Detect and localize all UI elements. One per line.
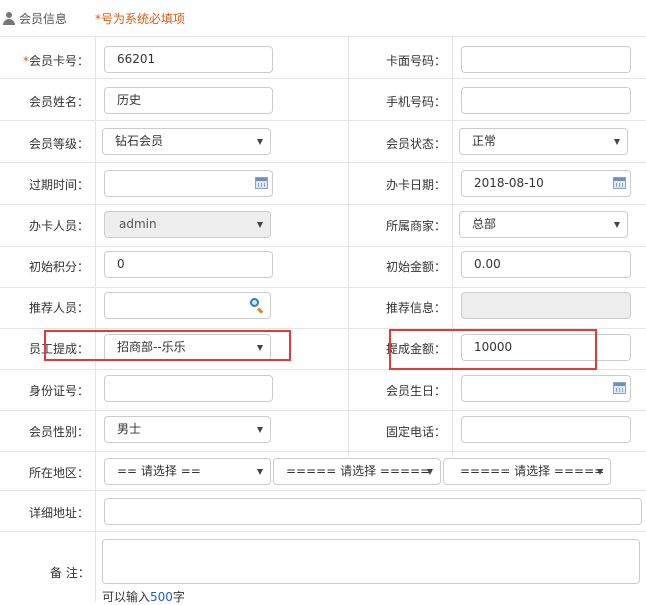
operator-value: admin	[119, 217, 157, 231]
face-no-input[interactable]	[461, 46, 631, 73]
user-icon	[3, 12, 15, 25]
phone-label: 固定电话：	[386, 425, 447, 439]
level-select[interactable]: 钻石会员	[102, 128, 271, 155]
phone-input[interactable]	[461, 416, 631, 443]
calendar-icon[interactable]	[613, 177, 626, 189]
chevron-down-icon	[427, 469, 433, 475]
init-points-label: 初始积分：	[29, 260, 90, 274]
birthday-input[interactable]	[461, 375, 631, 402]
city-value: ===== 请选择 =====	[286, 464, 431, 478]
remark-textarea[interactable]	[102, 539, 640, 584]
search-icon[interactable]	[250, 298, 264, 314]
expire-date-input[interactable]	[104, 170, 273, 197]
required-note: *号为系统必填项	[95, 12, 186, 26]
name-label: 会员姓名：	[29, 95, 90, 109]
expire-label: 过期时间：	[29, 178, 90, 192]
init-amount-input[interactable]: 0.00	[461, 251, 631, 278]
chevron-down-icon	[614, 222, 620, 228]
birthday-label: 会员生日：	[386, 384, 447, 398]
status-label: 会员状态：	[386, 137, 447, 151]
province-value: == 请选择 ==	[117, 464, 201, 478]
district-select[interactable]: ===== 请选择 =====	[443, 458, 611, 485]
card-no-input[interactable]: 66201	[104, 46, 273, 73]
highlight-box	[389, 329, 597, 370]
address-input[interactable]	[104, 498, 642, 525]
district-value: ===== 请选择 =====	[460, 464, 605, 478]
status-select[interactable]: 正常	[459, 128, 628, 155]
referrer-label: 推荐人员：	[29, 301, 90, 315]
id-card-label: 身份证号：	[29, 384, 90, 398]
gender-label: 会员性别：	[29, 425, 90, 439]
calendar-icon[interactable]	[255, 177, 268, 189]
chevron-down-icon	[597, 469, 603, 475]
address-label: 详细地址：	[29, 506, 90, 520]
face-no-label: 卡面号码：	[386, 54, 447, 68]
chevron-down-icon	[614, 139, 620, 145]
calendar-icon[interactable]	[613, 382, 626, 394]
gender-select[interactable]: 男士	[104, 416, 271, 443]
chevron-down-icon	[257, 139, 263, 145]
province-select[interactable]: == 请选择 ==	[104, 458, 271, 485]
init-points-input[interactable]: 0	[104, 251, 273, 278]
referrer-info-field	[461, 292, 631, 319]
init-amount-label: 初始金额：	[386, 260, 447, 274]
section-title: 会员信息	[19, 12, 68, 26]
remark-hint-count: 500	[150, 590, 173, 604]
referrer-info-label: 推荐信息：	[386, 301, 447, 315]
section-header: 会员信息 *号为系统必填项	[0, 0, 646, 37]
level-label: 会员等级：	[29, 137, 90, 151]
open-date-value: 2018-08-10	[474, 176, 544, 190]
region-label: 所在地区：	[29, 466, 90, 480]
merchant-value: 总部	[472, 217, 497, 231]
city-select[interactable]: ===== 请选择 =====	[273, 458, 441, 485]
chevron-down-icon	[257, 222, 263, 228]
status-value: 正常	[472, 134, 497, 148]
referrer-input[interactable]	[104, 292, 271, 319]
highlight-box	[44, 330, 291, 361]
open-date-input[interactable]: 2018-08-10	[461, 170, 631, 197]
level-value: 钻石会员	[115, 134, 164, 148]
operator-select: admin	[104, 211, 271, 238]
id-card-input[interactable]	[104, 375, 273, 402]
merchant-label: 所属商家：	[386, 219, 447, 233]
card-no-label: *会员卡号：	[23, 54, 90, 68]
chevron-down-icon	[257, 427, 263, 433]
remark-label: 备 注：	[50, 566, 90, 580]
merchant-select[interactable]: 总部	[459, 211, 628, 238]
open-date-label: 办卡日期：	[386, 178, 447, 192]
name-input[interactable]: 历史	[104, 87, 273, 114]
mobile-input[interactable]	[461, 87, 631, 114]
mobile-label: 手机号码：	[386, 95, 447, 109]
chevron-down-icon	[257, 469, 263, 475]
gender-value: 男士	[117, 422, 142, 436]
operator-label: 办卡人员：	[29, 219, 90, 233]
remark-hint: 可以输入500字	[102, 590, 185, 604]
